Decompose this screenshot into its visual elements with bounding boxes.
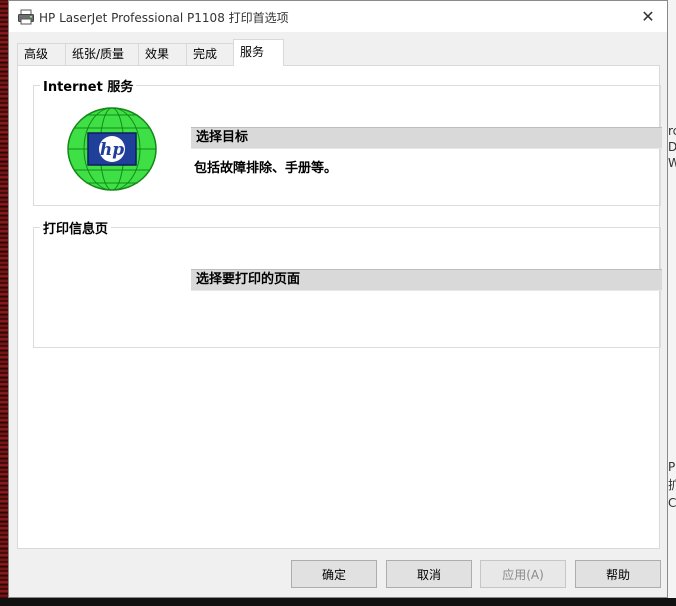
internet-services-group: Internet 服务 hp 选择目标 包括故障排除、手册等。 [33,76,662,206]
window-title: HP LaserJet Professional P1108 打印首选项 [39,11,289,25]
background-desktop-left [0,0,8,606]
print-info-pages-title: 打印信息页 [40,218,112,237]
close-button[interactable]: ✕ [629,1,667,32]
background-text: 扩 [668,478,676,492]
select-pages-to-print-link[interactable]: 选择要打印的页面 [191,269,662,291]
cancel-button[interactable]: 取消 [386,560,472,588]
background-text: C [668,496,676,510]
print-info-pages-group: 打印信息页 选择要打印的页面 [33,218,662,348]
services-panel: Internet 服务 hp 选择目标 包括故障排除、手册等。 打印信息页 选择… [17,65,662,549]
background-text: P [668,460,676,474]
hp-globe-icon: hp [67,107,157,191]
title-bar[interactable]: HP LaserJet Professional P1108 打印首选项 ✕ [9,1,667,32]
tab-effects[interactable]: 效果 [138,43,187,65]
help-button[interactable]: 帮助 [575,560,661,588]
printer-icon [18,9,34,25]
internet-services-title: Internet 服务 [40,76,137,95]
tab-finishing[interactable]: 完成 [186,43,234,65]
close-icon: ✕ [641,7,655,26]
tab-services[interactable]: 服务 [233,39,284,66]
apply-button[interactable]: 应用(A) [480,560,566,588]
background-text: W [668,156,676,170]
internet-services-description: 包括故障排除、手册等。 [194,161,338,176]
tab-strip: 高级 纸张/质量 效果 完成 服务 [17,39,662,66]
background-bottom [0,598,676,606]
printing-preferences-dialog: HP LaserJet Professional P1108 打印首选项 ✕ 高… [8,0,668,598]
tab-advanced[interactable]: 高级 [17,43,66,65]
tab-paper-quality[interactable]: 纸张/质量 [65,43,139,65]
ok-button[interactable]: 确定 [291,560,377,588]
select-target-link[interactable]: 选择目标 [191,127,662,149]
svg-text:hp: hp [100,140,124,160]
